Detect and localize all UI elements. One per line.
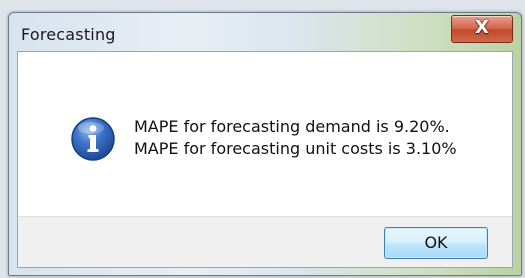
info-icon: [71, 117, 115, 161]
close-icon: X: [475, 17, 489, 38]
dialog-client: MAPE for forecasting demand is 9.20%. MA…: [17, 51, 513, 268]
message-text: MAPE for forecasting demand is 9.20%. MA…: [134, 116, 457, 160]
screen: Forecasting X MAPE for forecasting deman…: [0, 0, 525, 278]
dialog-window: Forecasting X MAPE for forecasting deman…: [8, 12, 522, 276]
message-line-demand: MAPE for forecasting demand is 9.20%.: [134, 117, 450, 136]
button-bar: OK: [18, 216, 512, 267]
ok-button[interactable]: OK: [384, 227, 488, 259]
close-button[interactable]: X: [451, 15, 513, 43]
message-line-unit-costs: MAPE for forecasting unit costs is 3.10%: [134, 139, 457, 158]
title-bar[interactable]: Forecasting X: [9, 13, 521, 53]
message-area: MAPE for forecasting demand is 9.20%. MA…: [18, 52, 512, 217]
window-title: Forecasting: [21, 25, 116, 44]
